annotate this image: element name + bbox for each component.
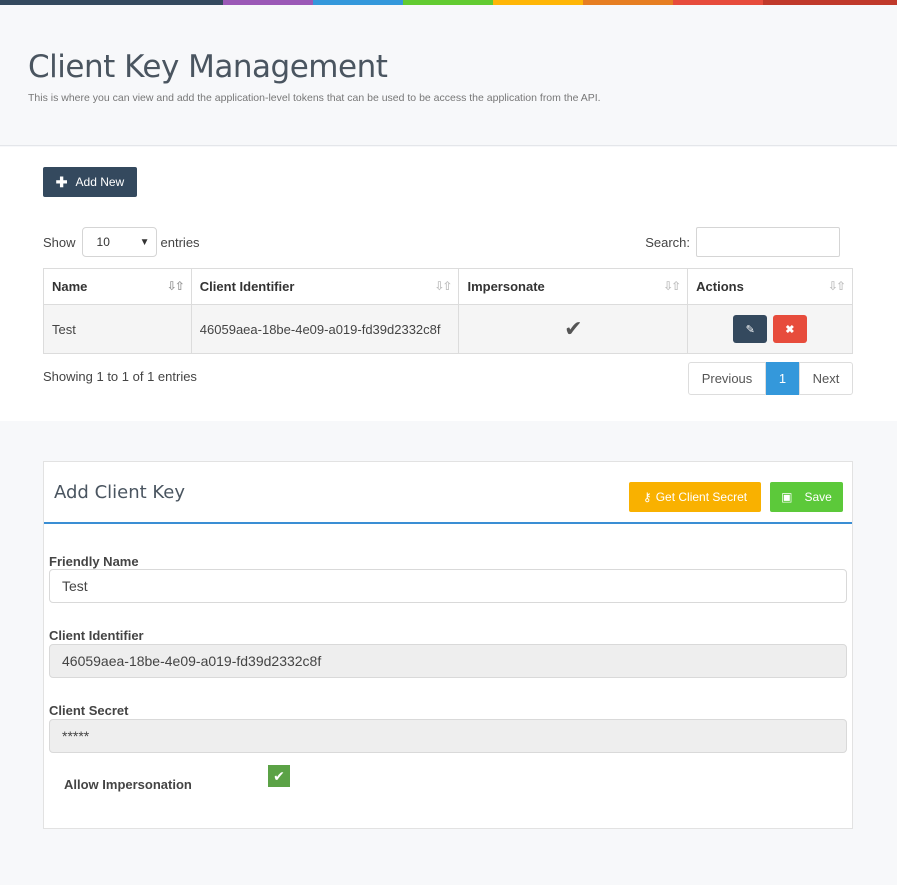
search-label: Search: <box>645 234 690 250</box>
cell-client-identifier: 46059aea-18be-4e09-a019-fd39d2332c8f <box>190 304 460 354</box>
page-title: Client Key Management <box>28 49 388 85</box>
column-header-client-identifier[interactable]: Client Identifier ⇩⇧ <box>190 268 460 305</box>
page-length-select[interactable]: 10 ▼ <box>81 227 157 257</box>
column-header-actions[interactable]: Actions ⇩⇧ <box>687 268 853 305</box>
checkmark-icon: ✔ <box>273 767 285 784</box>
client-secret-label: Client Secret <box>49 703 129 718</box>
table-row: Test 46059aea-18be-4e09-a019-fd39d2332c8… <box>43 304 853 354</box>
pagination-previous[interactable]: Previous <box>688 362 766 395</box>
page-subtitle: This is where you can view and add the a… <box>28 92 601 104</box>
sort-ascending-icon: ⇩⇧ <box>166 279 185 293</box>
allow-impersonation-label: Allow Impersonation <box>64 777 192 792</box>
get-client-secret-button[interactable]: ⚷ Get Client Secret <box>629 482 761 512</box>
delete-button[interactable]: ✖ <box>772 315 807 343</box>
client-keys-table: Name ⇩⇧ Client Identifier ⇩⇧ Impersonate… <box>43 268 853 354</box>
search-input[interactable] <box>696 227 840 257</box>
entries-label: entries <box>160 234 200 250</box>
page-length-value: 10 <box>96 235 110 249</box>
cell-impersonate: ✔ <box>458 304 689 354</box>
client-identifier-input: 46059aea-18be-4e09-a019-fd39d2332c8f <box>49 644 847 678</box>
pagination-page-1[interactable]: 1 <box>766 362 799 395</box>
get-client-secret-label: Get Client Secret <box>655 490 748 504</box>
save-button[interactable]: ▣ Save <box>770 482 843 512</box>
add-client-key-panel: Add Client Key ⚷ Get Client Secret ▣ Sav… <box>43 461 853 829</box>
client-secret-input: ***** <box>49 719 847 753</box>
cell-name: Test <box>43 304 192 354</box>
checkmark-icon: ✔ <box>564 316 583 341</box>
friendly-name-label: Friendly Name <box>49 554 139 569</box>
add-new-label: Add New <box>75 175 125 189</box>
chevron-down-icon: ▼ <box>139 236 150 248</box>
pagination: Previous 1 Next <box>688 362 853 395</box>
table-search: Search: <box>645 227 840 257</box>
column-header-name[interactable]: Name ⇩⇧ <box>43 268 192 305</box>
floppy-disk-icon: ▣ <box>781 490 793 504</box>
table-header-row: Name ⇩⇧ Client Identifier ⇩⇧ Impersonate… <box>43 268 853 305</box>
edit-icon: ✎ <box>745 323 755 336</box>
pagination-next[interactable]: Next <box>799 362 853 395</box>
save-label: Save <box>804 490 832 504</box>
page-length-control: Show 10 ▼ entries <box>43 227 200 257</box>
table-info: Showing 1 to 1 of 1 entries <box>43 369 197 384</box>
key-icon: ⚷ <box>642 490 652 504</box>
client-keys-list-panel: ✚ Add New Show 10 ▼ entries Search: Name… <box>0 147 897 421</box>
sort-arrows-icon: ⇩⇧ <box>434 279 452 293</box>
plus-icon: ✚ <box>55 173 68 190</box>
close-icon: ✖ <box>785 323 795 336</box>
page-header: Client Key Management This is where you … <box>0 5 897 146</box>
column-header-impersonate[interactable]: Impersonate ⇩⇧ <box>458 268 689 305</box>
form-header-divider <box>44 522 852 524</box>
friendly-name-input[interactable]: Test <box>49 569 847 603</box>
sort-arrows-icon: ⇩⇧ <box>827 279 846 293</box>
add-new-button[interactable]: ✚ Add New <box>43 167 137 197</box>
form-title: Add Client Key <box>54 482 186 503</box>
sort-arrows-icon: ⇩⇧ <box>663 279 681 293</box>
cell-actions: ✎ ✖ <box>687 304 853 354</box>
edit-button[interactable]: ✎ <box>733 315 768 343</box>
client-identifier-label: Client Identifier <box>49 628 144 643</box>
show-label: Show <box>43 234 76 250</box>
allow-impersonation-checkbox[interactable]: ✔ <box>268 765 290 787</box>
